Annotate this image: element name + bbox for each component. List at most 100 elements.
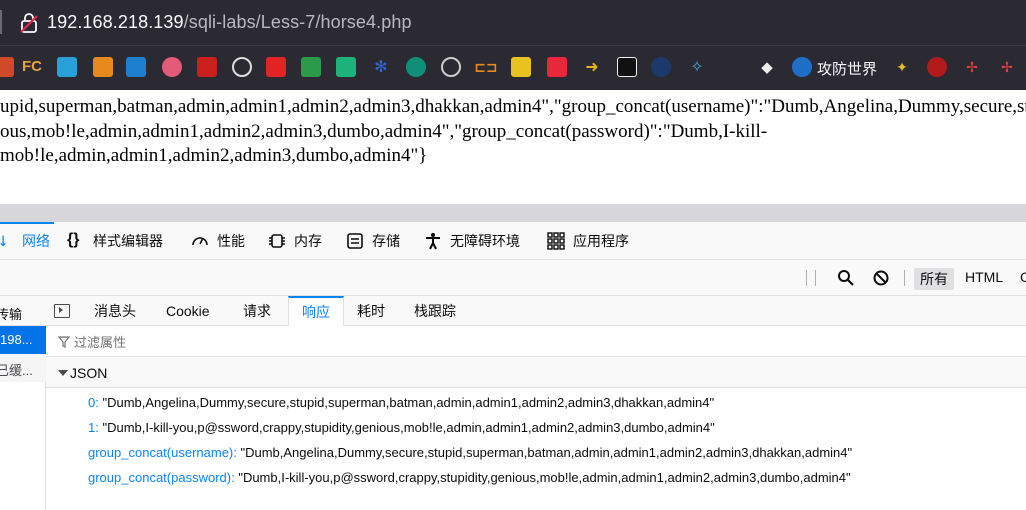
tab-label: 无障碍环境	[450, 233, 520, 249]
toolbar-edge	[0, 10, 2, 34]
network-filter-bar: 所有 HTML C	[0, 260, 1026, 296]
tab-style-editor[interactable]: {} 样式编辑器	[67, 222, 163, 260]
tab-stack-trace[interactable]: 栈跟踪	[404, 296, 466, 326]
vue-icon[interactable]	[126, 57, 146, 77]
clear-icon[interactable]	[872, 269, 890, 287]
detail-tabs: 消息头 Cookie 请求 响应 耗时 栈跟踪	[46, 296, 1026, 326]
pin-icon[interactable]	[792, 57, 812, 77]
bracket-icon[interactable]: ⊏⊐	[474, 57, 498, 77]
json-key: 0:	[88, 395, 99, 410]
flower-icon[interactable]	[162, 57, 182, 77]
chevron-down-icon	[58, 370, 68, 376]
url-text[interactable]: 192.168.218.139/sqli-labs/Less-7/horse4.…	[47, 12, 412, 33]
tab-application[interactable]: 应用程序	[547, 222, 629, 260]
json-section-label: JSON	[70, 365, 108, 381]
separator	[815, 270, 816, 286]
rose-icon[interactable]	[927, 57, 947, 77]
tab-timings[interactable]: 耗时	[347, 296, 395, 326]
tab-performance[interactable]: 性能	[191, 222, 245, 260]
tab-network[interactable]: 网络	[0, 222, 54, 260]
rocket-icon[interactable]	[0, 57, 14, 77]
json-value: "Dumb,I-kill-you,p@ssword,crappy,stupidi…	[238, 470, 851, 485]
arrow-icon[interactable]: ➜	[582, 57, 602, 77]
json-key: group_concat(username):	[88, 445, 237, 460]
json-row[interactable]: group_concat(username): "Dumb,Angelina,D…	[88, 445, 852, 460]
box-icon[interactable]	[93, 57, 113, 77]
doc-icon[interactable]	[336, 57, 356, 77]
seal-icon[interactable]	[197, 57, 217, 77]
search-icon[interactable]	[837, 269, 855, 287]
url-path: /sqli-labs/Less-7/horse4.php	[183, 12, 412, 32]
star-icon[interactable]: ✦	[892, 57, 912, 77]
tab-cookies[interactable]: Cookie	[156, 296, 220, 326]
tab-label: 内存	[294, 233, 322, 249]
chip-icon	[269, 234, 285, 248]
grid-icon[interactable]	[301, 57, 321, 77]
request-list: 传输 198... 已缓...	[0, 296, 46, 510]
json-viewer: 0: "Dumb,Angelina,Dummy,secure,stupid,su…	[46, 389, 1026, 510]
tab-label: 应用程序	[573, 233, 629, 249]
folder-icon[interactable]	[57, 57, 77, 77]
filter-more-button[interactable]: C	[1020, 269, 1026, 285]
url-bar[interactable]: 192.168.218.139/sqli-labs/Less-7/horse4.…	[0, 0, 1026, 46]
devtools-toolbar: 网络 {} 样式编辑器 性能 内存 存储 无障碍环境 应用程序	[0, 222, 1026, 260]
json-row[interactable]: 1: "Dumb,I-kill-you,p@ssword,crappy,stup…	[88, 420, 715, 435]
request-row[interactable]: 已缓...	[0, 354, 46, 382]
filter-properties	[46, 327, 1026, 357]
tab-headers[interactable]: 消息头	[84, 296, 146, 326]
card-icon[interactable]	[547, 57, 567, 77]
c-icon[interactable]	[266, 57, 286, 77]
storage-icon	[347, 233, 363, 249]
tab-label: 网络	[22, 233, 50, 249]
globe-icon[interactable]	[441, 57, 461, 77]
response-line-1: upid,superman,batman,admin,admin1,admin2…	[0, 96, 1026, 117]
c-circle-icon[interactable]	[406, 57, 426, 77]
insecure-lock-icon[interactable]	[20, 13, 38, 33]
network-icon	[0, 235, 6, 247]
json-value: "Dumb,Angelina,Dummy,secure,stupid,super…	[240, 445, 853, 460]
shield-icon[interactable]	[651, 57, 671, 77]
github-icon[interactable]	[232, 57, 252, 77]
face-icon[interactable]	[511, 57, 531, 77]
fc-bookmark[interactable]: FC	[22, 58, 42, 75]
gauge-icon	[192, 237, 208, 246]
devtools-splitter[interactable]	[0, 204, 1026, 222]
tab-accessibility[interactable]: 无障碍环境	[424, 222, 520, 260]
apps-icon	[547, 232, 565, 250]
json-key: group_concat(password):	[88, 470, 235, 485]
separator	[904, 270, 905, 286]
bookmarks-toolbar: FC ✻ ⊏⊐ ➜ ✧ ◆ 攻防世界 ✦ ✢ ✢	[0, 46, 1026, 90]
column-header-transferred[interactable]: 传输	[0, 296, 46, 326]
url-host: 192.168.218.139	[47, 12, 184, 32]
tab-response[interactable]: 响应	[288, 296, 344, 326]
response-line-2: ous,mob!le,admin,admin1,admin2,admin3,du…	[0, 121, 768, 142]
snowflake-icon[interactable]: ✻	[371, 57, 391, 77]
json-row[interactable]: 0: "Dumb,Angelina,Dummy,secure,stupid,su…	[88, 395, 714, 410]
accessibility-icon	[426, 233, 440, 250]
tab-request[interactable]: 请求	[233, 296, 281, 326]
flag-icon[interactable]: ✢	[962, 57, 982, 77]
tab-storage[interactable]: 存储	[346, 222, 400, 260]
json-key: 1:	[88, 420, 99, 435]
tab-label: 样式编辑器	[93, 233, 163, 249]
json-section-header[interactable]: JSON	[46, 358, 1026, 388]
request-row-selected[interactable]: 198...	[0, 326, 46, 354]
separator	[806, 270, 807, 286]
toggle-panel-icon[interactable]	[54, 304, 70, 318]
json-value: "Dumb,Angelina,Dummy,secure,stupid,super…	[102, 395, 715, 410]
flag-icon-2[interactable]: ✢	[997, 57, 1017, 77]
tab-label: 存储	[372, 233, 400, 249]
filter-all-button[interactable]: 所有	[914, 268, 954, 290]
puzzle-icon[interactable]: ✧	[687, 57, 707, 77]
filter-html-button[interactable]: HTML	[965, 269, 1003, 285]
response-line-3: mob!le,admin,admin1,admin2,admin3,dumbo,…	[0, 145, 428, 166]
filter-properties-input[interactable]	[74, 332, 474, 352]
json-value: "Dumb,I-kill-you,p@ssword,crappy,stupidi…	[102, 420, 715, 435]
tab-memory[interactable]: 内存	[268, 222, 322, 260]
bird-icon[interactable]: ◆	[757, 57, 777, 77]
gongfang-bookmark[interactable]: 攻防世界	[817, 58, 877, 79]
cast-icon[interactable]	[617, 57, 637, 77]
braces-icon: {}	[67, 231, 80, 248]
json-row[interactable]: group_concat(password): "Dumb,I-kill-you…	[88, 470, 851, 485]
page-content: upid,superman,batman,admin,admin1,admin2…	[0, 90, 1026, 204]
